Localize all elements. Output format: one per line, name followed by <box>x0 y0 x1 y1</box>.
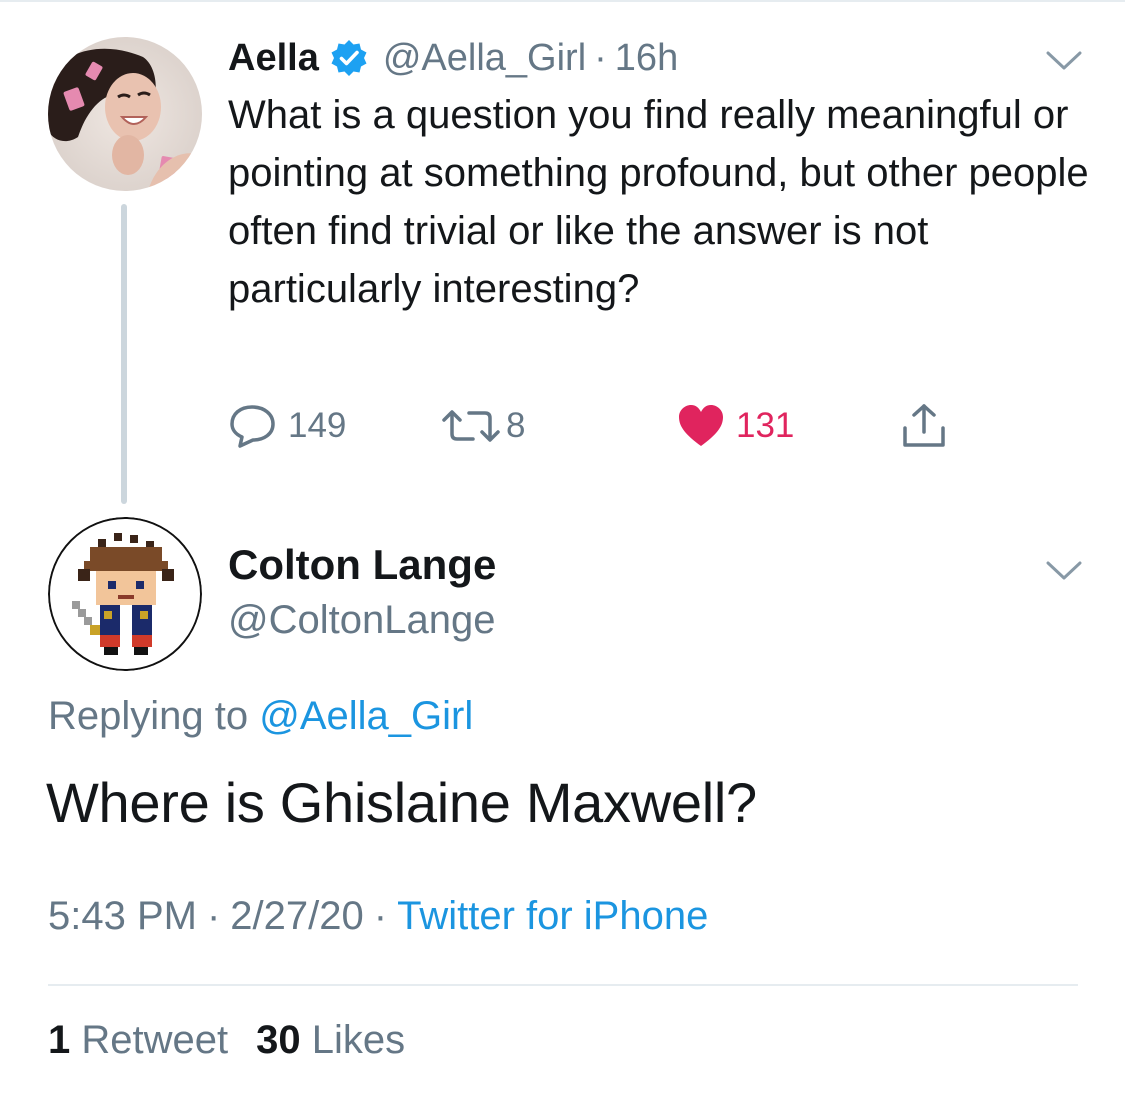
retweets-stat[interactable]: 1 Retweet <box>48 1018 228 1062</box>
retweets-stat-count: 1 <box>48 1018 71 1062</box>
verified-badge-icon <box>329 38 369 78</box>
likes-stat-count: 30 <box>256 1018 301 1062</box>
header-separator: · <box>594 36 607 79</box>
tweet-source-link[interactable]: Twitter for iPhone <box>397 894 708 938</box>
parent-avatar[interactable] <box>48 37 202 191</box>
heart-icon <box>676 403 726 449</box>
stats-divider <box>48 984 1078 986</box>
tweet-date[interactable]: 2/27/20 <box>230 894 363 938</box>
reply-author-name[interactable]: Colton Lange <box>228 541 496 589</box>
reply-avatar[interactable] <box>48 517 202 671</box>
replying-to-line: Replying to @Aella_Girl <box>48 694 473 739</box>
replying-to-mention[interactable]: @Aella_Girl <box>259 694 473 738</box>
likes-stat[interactable]: 30 Likes <box>256 1018 405 1062</box>
tweet-stats: 1 Retweet 30 Likes <box>48 1018 405 1063</box>
tweet-time[interactable]: 5:43 PM <box>48 894 197 938</box>
chevron-down-icon[interactable] <box>1046 50 1082 72</box>
reply-tweet-text: Where is Ghislaine Maxwell? <box>46 771 757 834</box>
share-icon <box>900 402 948 450</box>
top-divider <box>0 0 1125 2</box>
chevron-down-icon[interactable] <box>1046 560 1082 582</box>
like-count: 131 <box>736 406 795 445</box>
parent-tweet-header: Aella @Aella_Girl · 16h <box>228 32 678 84</box>
retweet-icon <box>440 406 502 446</box>
tweet-meta: 5:43 PM · 2/27/20 · Twitter for iPhone <box>48 894 708 939</box>
parent-timestamp[interactable]: 16h <box>615 37 678 80</box>
meta-separator: · <box>373 894 388 938</box>
meta-separator: · <box>206 894 221 938</box>
reply-count: 149 <box>288 406 347 445</box>
retweets-stat-label: Retweet <box>81 1018 229 1062</box>
replying-to-label: Replying to <box>48 694 249 738</box>
parent-author-name[interactable]: Aella <box>228 37 319 80</box>
reply-author-handle[interactable]: @ColtonLange <box>228 598 495 643</box>
thread-connector-line <box>121 204 127 504</box>
likes-stat-label: Likes <box>311 1018 406 1062</box>
share-action-button[interactable] <box>900 400 948 452</box>
reply-action-button[interactable]: 149 <box>228 400 346 452</box>
parent-author-handle[interactable]: @Aella_Girl <box>383 37 586 80</box>
retweet-action-button[interactable]: 8 <box>440 400 525 452</box>
like-action-button[interactable]: 131 <box>676 400 794 452</box>
retweet-count: 8 <box>506 406 526 445</box>
parent-tweet-text: What is a question you find really meani… <box>228 93 1089 311</box>
reply-icon <box>228 403 278 449</box>
